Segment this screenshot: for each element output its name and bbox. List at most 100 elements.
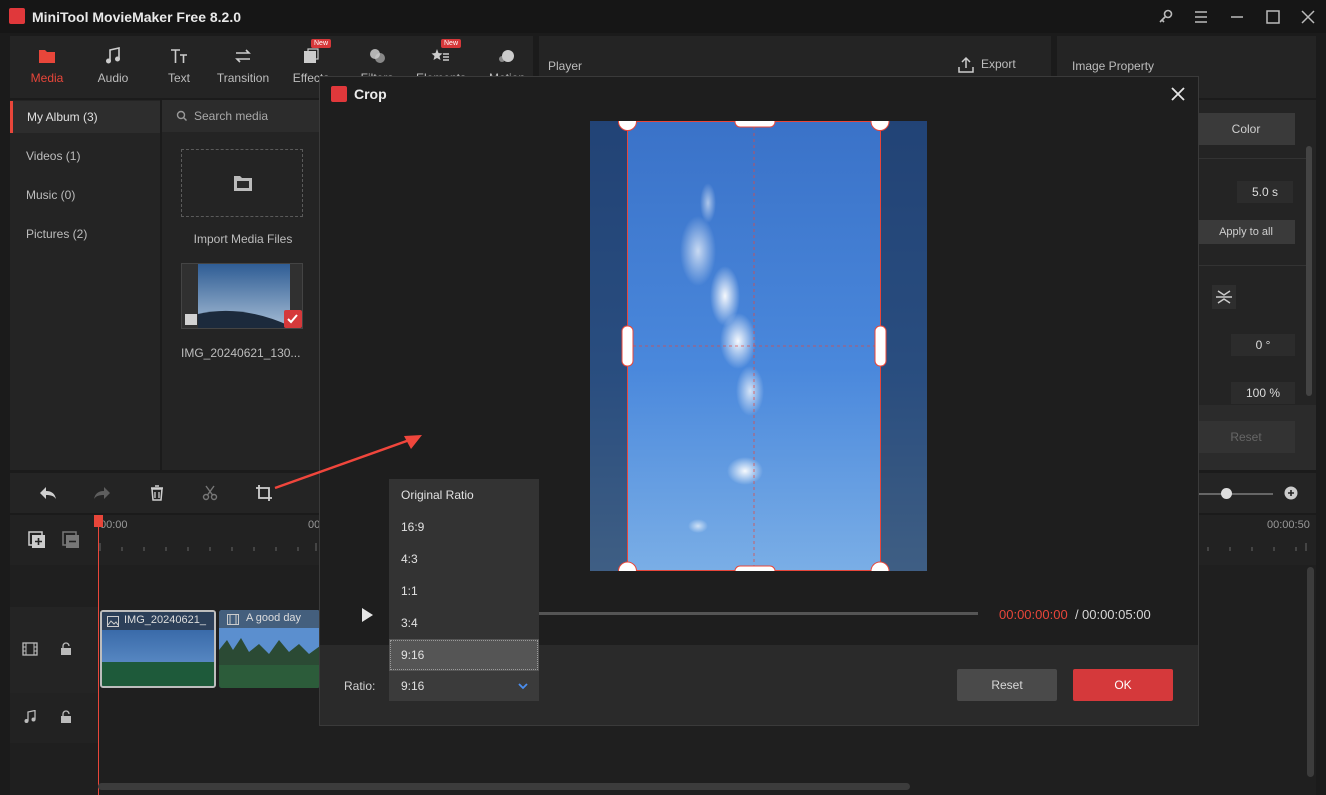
tab-label: Media <box>30 71 64 85</box>
property-reset-button[interactable]: Reset <box>1197 421 1295 453</box>
motion-icon <box>499 50 514 62</box>
ratio-option-1-1[interactable]: 1:1 <box>389 575 539 607</box>
media-thumbnail[interactable] <box>181 263 303 329</box>
ruler-start: 00:00 <box>100 519 128 531</box>
clip-label: IMG_20240621_ <box>124 614 206 626</box>
crop-handle-top[interactable] <box>734 121 776 128</box>
duration-field[interactable]: 5.0 s <box>1237 181 1293 203</box>
chevron-down-icon <box>518 683 528 690</box>
timeline-clip-image[interactable]: IMG_20240621_ <box>100 610 216 688</box>
tab-transition[interactable]: Transition <box>212 36 274 98</box>
nav-videos[interactable]: Videos (1) <box>10 140 160 172</box>
media-area: Search media Import Media Files IMG_2024… <box>162 100 320 470</box>
film-icon <box>227 614 239 625</box>
zoom-in-icon[interactable] <box>1284 486 1298 500</box>
tab-media[interactable]: Media <box>16 36 78 98</box>
ratio-select[interactable]: 9:16 <box>389 671 539 701</box>
app-logo-icon <box>331 86 347 102</box>
import-media-button[interactable] <box>181 149 303 217</box>
app-title: MiniTool MovieMaker Free 8.2.0 <box>32 9 242 25</box>
ratio-option-9-16[interactable]: 9:16 <box>389 639 539 671</box>
rotation-field[interactable]: 0 ° <box>1231 334 1295 356</box>
playhead-handle[interactable] <box>94 515 103 527</box>
crop-preview[interactable] <box>590 121 927 571</box>
lock-icon[interactable] <box>60 642 72 656</box>
redo-icon[interactable] <box>92 484 112 502</box>
annotation-arrow-icon <box>274 435 422 490</box>
playback-progress[interactable] <box>536 612 978 615</box>
clip-label: A good day <box>246 612 302 624</box>
video-track-header <box>10 607 98 693</box>
minimize-icon[interactable] <box>1226 6 1248 28</box>
menu-icon[interactable] <box>1190 6 1212 28</box>
crop-mask-right <box>880 121 927 571</box>
maximize-icon[interactable] <box>1262 6 1284 28</box>
crop-handle-right[interactable] <box>874 325 887 367</box>
property-footer: Reset <box>1197 405 1316 470</box>
crop-handle-left[interactable] <box>621 325 634 367</box>
ok-button[interactable]: OK <box>1073 669 1173 701</box>
app-logo-icon <box>9 8 25 24</box>
crop-mask-left <box>590 121 627 571</box>
ratio-dropdown: Original Ratio 16:9 4:3 1:1 3:4 9:16 <box>389 479 539 671</box>
search-icon <box>176 110 187 121</box>
apply-to-all-button[interactable]: Apply to all <box>1197 220 1295 244</box>
time-separator: / <box>1075 607 1079 622</box>
flip-vertical-icon[interactable] <box>1212 285 1236 309</box>
crop-title: Crop <box>354 86 387 102</box>
property-panel: Color 5.0 s Apply to all 0 ° 100 % Reset <box>1197 100 1316 470</box>
film-icon <box>22 642 38 656</box>
nav-my-album[interactable]: My Album (3) <box>10 101 160 133</box>
tab-color[interactable]: Color <box>1197 113 1295 145</box>
zoom-slider[interactable] <box>1198 493 1273 495</box>
effects-icon <box>304 48 319 63</box>
undo-icon[interactable] <box>38 484 58 502</box>
close-icon[interactable] <box>1168 84 1188 104</box>
timeline-clip-video[interactable]: A good day <box>219 610 320 688</box>
tab-audio[interactable]: Audio <box>82 36 144 98</box>
music-note-icon <box>106 47 120 64</box>
elements-icon <box>431 49 449 61</box>
scale-field[interactable]: 100 % <box>1231 382 1295 404</box>
nav-pictures[interactable]: Pictures (2) <box>10 218 160 250</box>
divider <box>1197 158 1307 159</box>
ruler-mid: 00 <box>308 519 321 531</box>
ratio-option-16-9[interactable]: 16:9 <box>389 511 539 543</box>
crop-handle-bottom[interactable] <box>734 565 776 571</box>
import-label: Import Media Files <box>193 232 293 246</box>
tab-label: Transition <box>216 71 270 85</box>
lock-icon[interactable] <box>60 710 72 724</box>
search-input[interactable]: Search media <box>162 100 320 132</box>
playhead[interactable] <box>98 515 99 795</box>
ruler-end: 00:00:50 <box>1267 519 1310 531</box>
folder-icon <box>39 50 55 63</box>
key-icon[interactable] <box>1155 6 1177 28</box>
search-placeholder: Search media <box>194 109 269 123</box>
ruler-ticks-right <box>1207 543 1307 551</box>
delete-icon[interactable] <box>148 484 166 502</box>
music-note-icon <box>24 710 36 723</box>
player-title: Player <box>548 59 583 73</box>
play-icon[interactable] <box>360 607 374 623</box>
nav-music[interactable]: Music (0) <box>10 179 160 211</box>
tab-text[interactable]: Text <box>148 36 210 98</box>
timeline-vertical-scrollbar[interactable] <box>1307 567 1314 777</box>
scissors-icon[interactable] <box>201 484 219 502</box>
zoom-slider-handle[interactable] <box>1221 488 1232 499</box>
property-scrollbar[interactable] <box>1306 146 1312 396</box>
property-title: Image Property <box>1072 59 1155 73</box>
text-icon <box>171 49 187 63</box>
timeline-horizontal-scrollbar[interactable] <box>98 783 910 790</box>
ratio-option-4-3[interactable]: 4:3 <box>389 543 539 575</box>
tab-label: Audio <box>97 71 129 85</box>
audio-track-header <box>10 693 98 743</box>
remove-track-icon[interactable] <box>61 530 81 550</box>
folder-icon <box>234 176 252 191</box>
reset-button[interactable]: Reset <box>957 669 1057 701</box>
export-button[interactable]: Export <box>957 56 1016 74</box>
add-track-icon[interactable] <box>27 530 47 550</box>
total-time: 00:00:05:00 <box>1082 607 1151 622</box>
ratio-option-3-4[interactable]: 3:4 <box>389 607 539 639</box>
close-window-icon[interactable] <box>1297 6 1319 28</box>
ruler-ticks <box>99 543 317 551</box>
